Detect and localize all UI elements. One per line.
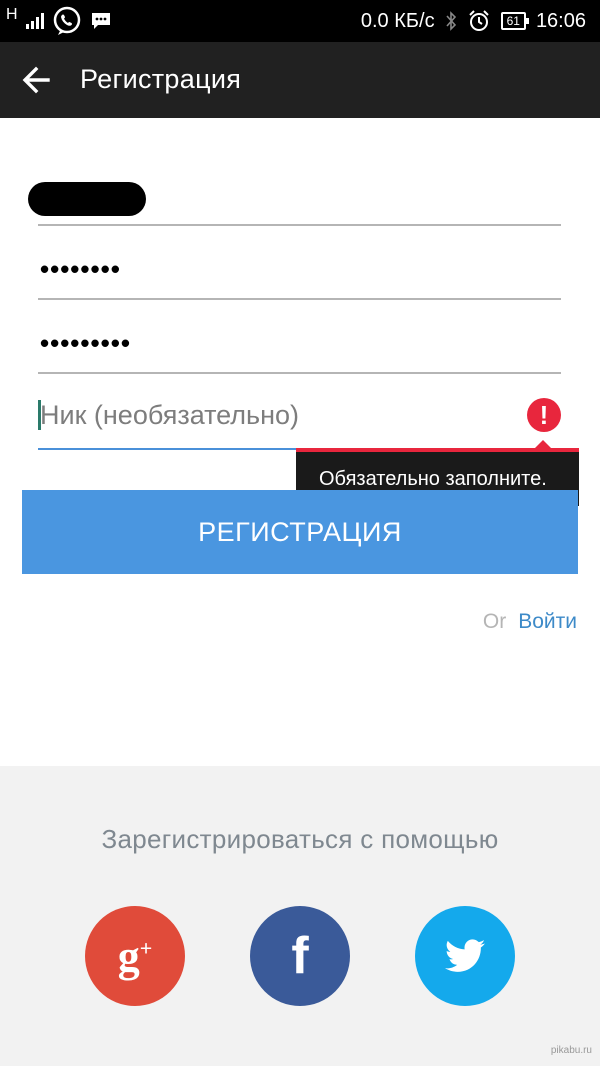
error-icon[interactable]: ! bbox=[527, 398, 561, 432]
register-button[interactable]: РЕГИСТРАЦИЯ bbox=[22, 490, 578, 574]
login-link[interactable]: Войти bbox=[518, 610, 577, 634]
back-arrow-icon[interactable] bbox=[20, 62, 60, 98]
battery-icon: 61 bbox=[500, 12, 530, 30]
tooltip-arrow bbox=[535, 440, 551, 448]
social-signup-title: Зарегистрироваться с помощью bbox=[101, 824, 499, 854]
login-row: Or Войти bbox=[483, 610, 577, 634]
status-left: H bbox=[6, 4, 112, 38]
password-field[interactable]: •••••••• bbox=[38, 236, 561, 300]
clock: 16:06 bbox=[535, 9, 586, 32]
facebook-button[interactable]: f bbox=[250, 906, 350, 1006]
twitter-button[interactable] bbox=[415, 906, 515, 1006]
signal-icon bbox=[25, 13, 44, 29]
password-confirm-value: ••••••••• bbox=[40, 328, 131, 358]
network-type-indicator: H bbox=[6, 6, 18, 23]
message-icon bbox=[91, 13, 110, 29]
password-value: •••••••• bbox=[40, 254, 121, 284]
nick-input[interactable] bbox=[40, 396, 510, 434]
twitter-bird-icon bbox=[445, 939, 485, 972]
google-plus-button[interactable]: g+ bbox=[85, 906, 185, 1006]
page-title: Регистрация bbox=[80, 64, 242, 94]
password-confirm-field[interactable]: ••••••••• bbox=[38, 310, 561, 374]
email-field[interactable] bbox=[28, 162, 561, 226]
status-bar: H 0.0 КБ/с 61 16:06 bbox=[0, 0, 600, 42]
alarm-icon bbox=[468, 10, 489, 31]
redacted-email-value bbox=[28, 182, 146, 216]
social-signup: Зарегистрироваться с помощью g+ f pikabu… bbox=[0, 766, 600, 1066]
network-speed: 0.0 КБ/с bbox=[360, 9, 435, 32]
nick-field[interactable]: ! bbox=[38, 386, 561, 450]
bluetooth-icon bbox=[445, 11, 456, 31]
status-right: 0.0 КБ/с 61 16:06 bbox=[361, 0, 586, 42]
registration-form: •••••••• ••••••••• ! Обязательно заполни… bbox=[0, 118, 600, 766]
google-plus-icon: g+ bbox=[117, 931, 153, 981]
or-label: Or bbox=[482, 610, 507, 633]
watermark: pikabu.ru bbox=[550, 1045, 592, 1056]
app-bar: Регистрация bbox=[0, 42, 600, 118]
facebook-icon: f bbox=[291, 927, 309, 985]
viber-icon bbox=[53, 6, 80, 35]
